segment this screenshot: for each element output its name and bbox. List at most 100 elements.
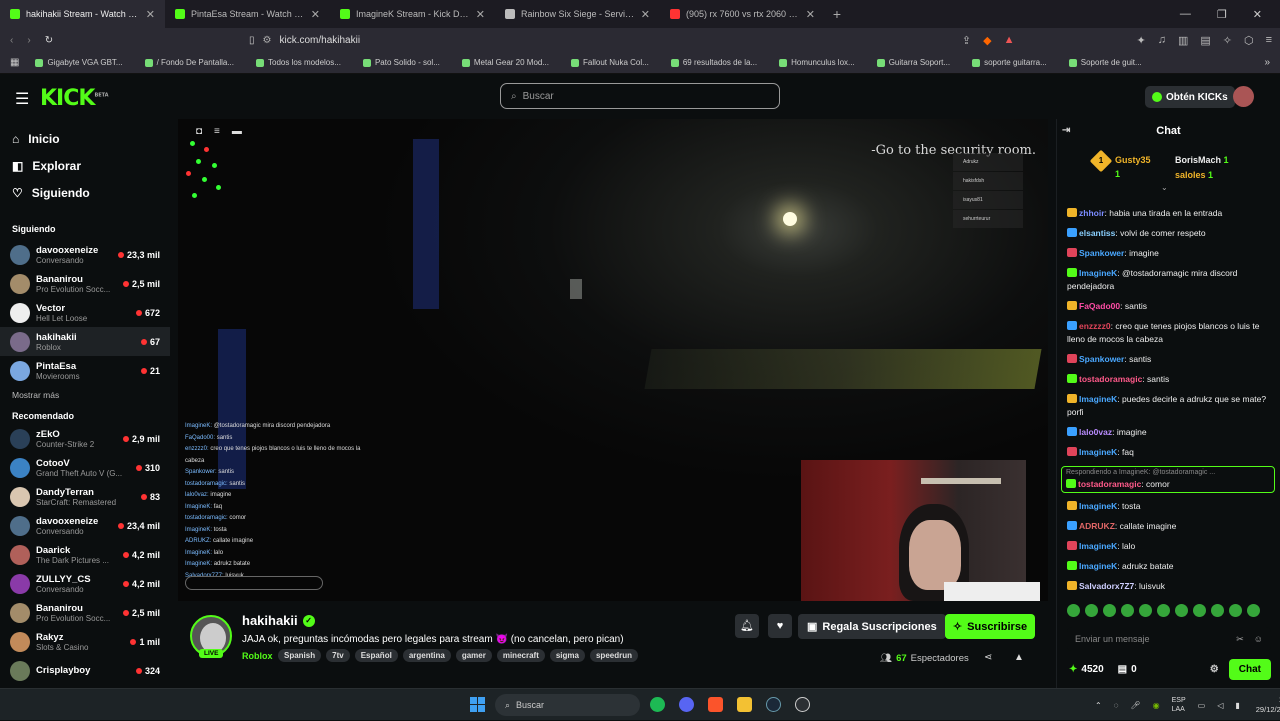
reload-icon[interactable]: ↻ <box>45 35 53 46</box>
sidebar-channel[interactable]: ZULLYY_CS Conversando 4,2 mil <box>0 569 170 598</box>
tag-chip[interactable]: gamer <box>455 649 492 662</box>
chat-username[interactable]: tostadoramagic <box>1078 479 1141 489</box>
video-player[interactable]: ◘ ≡ ▬ -Go to the security room. Adrukz ha… <box>178 119 1048 601</box>
tab-close-icon[interactable]: ✕ <box>146 8 155 21</box>
sidebar-channel[interactable]: Bananirou Pro Evolution Socc... 2,5 mil <box>0 598 170 627</box>
chat-username[interactable]: FaQado00 <box>1079 301 1120 311</box>
cloud-icon[interactable]: ◌ <box>1114 701 1119 710</box>
gifter-name[interactable]: saloles 1 <box>1175 170 1213 180</box>
bookmark-item[interactable]: Soporte de guit... <box>1068 58 1142 67</box>
bookmark-item[interactable]: Metal Gear 20 Mod... <box>461 58 549 67</box>
user-avatar[interactable] <box>1233 86 1254 107</box>
browser-tab[interactable]: hakihakii Stream - Watch Live ✕ <box>0 0 165 28</box>
share-icon[interactable]: ⋖ <box>984 652 992 663</box>
media-icon[interactable]: ♫ <box>1158 34 1166 46</box>
app-icon[interactable] <box>795 697 810 712</box>
kick-logo[interactable]: KICKBETA <box>40 86 109 111</box>
leo-icon[interactable]: ✧ <box>1223 34 1232 47</box>
microphone-icon[interactable]: 🎤︎ <box>1130 701 1140 710</box>
bookmark-item[interactable]: / Fondo De Pantalla... <box>144 58 234 67</box>
report-icon[interactable]: ▲ <box>1014 652 1024 663</box>
rewards-icon[interactable]: ▲ <box>1004 34 1015 46</box>
follow-heart-button[interactable]: ♥ <box>768 614 792 638</box>
emoji-picker-icon[interactable]: ☺ <box>1254 634 1263 645</box>
menu-icon[interactable]: ≡ <box>1266 34 1272 46</box>
bookmark-item[interactable]: Fallout Nuka Col... <box>571 58 649 67</box>
expand-gifters-icon[interactable]: ⌄ <box>1161 183 1168 192</box>
chat-username[interactable]: enzzzz0 <box>1079 321 1111 331</box>
channel-points[interactable]: ✦ 4520 <box>1069 664 1104 675</box>
chat-username[interactable]: ImagineK <box>1079 447 1117 457</box>
tab-close-icon[interactable]: ✕ <box>806 8 815 21</box>
tag-chip[interactable]: minecraft <box>496 649 545 662</box>
7tv-icon[interactable]: ✂ <box>1236 634 1244 645</box>
forward-icon[interactable]: › <box>27 35 30 46</box>
emote-icon[interactable] <box>1175 604 1188 617</box>
emote-icon[interactable] <box>1121 604 1134 617</box>
chat-username[interactable]: ImagineK <box>1079 561 1117 571</box>
sidebar-channel[interactable]: zEkO Counter-Strike 2 2,9 mil <box>0 424 170 453</box>
browser-tab[interactable]: (905) rx 7600 vs rtx 2060 6gb - YouTu ✕ <box>660 0 825 28</box>
back-icon[interactable]: ‹ <box>10 35 13 46</box>
network-icon[interactable]: ▭ <box>1198 701 1206 710</box>
new-tab-button[interactable]: + <box>825 6 849 22</box>
emote-icon[interactable] <box>1247 604 1260 617</box>
volume-icon[interactable]: ◁ <box>1217 701 1223 710</box>
bookmark-item[interactable]: Guitarra Soport... <box>876 58 950 67</box>
nav-inicio[interactable]: ⌂ Inicio <box>0 125 170 152</box>
close-window-icon[interactable]: ✕ <box>1253 8 1262 21</box>
send-chat-button[interactable]: Chat <box>1228 658 1271 680</box>
tag-chip[interactable]: Español <box>354 649 398 662</box>
browser-tab[interactable]: PintaEsa Stream - Watch Live on ✕ <box>165 0 330 28</box>
bookmark-item[interactable]: Gigabyte VGA GBT... <box>35 58 123 67</box>
get-kicks-button[interactable]: Obtén KICKs <box>1145 86 1235 108</box>
sidebar-channel[interactable]: DandyTerran StarCraft: Remastered 83 <box>0 482 170 511</box>
nvidia-icon[interactable]: ◉ <box>1153 701 1160 710</box>
bookmark-item[interactable]: Todos los modelos... <box>256 58 341 67</box>
show-more-link[interactable]: Mostrar más <box>0 385 170 405</box>
roblox-menu-icon[interactable]: ◘ <box>196 126 202 137</box>
site-search-input[interactable]: ⌕ Buscar <box>500 83 780 109</box>
emote-icon[interactable] <box>1139 604 1152 617</box>
subscribe-button[interactable]: ✧ Suscribirse <box>945 614 1035 639</box>
apps-icon[interactable]: ▦ <box>10 57 19 68</box>
nav-explorar[interactable]: ◧ Explorar <box>0 152 170 179</box>
emote-icon[interactable] <box>1067 604 1080 617</box>
bookmark-item[interactable]: soporte guitarra... <box>972 58 1047 67</box>
maximize-icon[interactable]: ❐ <box>1217 8 1227 21</box>
collapse-chat-icon[interactable]: ⇥ <box>1062 125 1070 136</box>
roblox-chat-input[interactable] <box>185 576 323 590</box>
tag-chip[interactable]: 7tv <box>326 649 350 662</box>
tab-close-icon[interactable]: ✕ <box>311 8 320 21</box>
file-explorer-icon[interactable] <box>737 697 752 712</box>
tag-chip[interactable]: argentina <box>402 649 451 662</box>
bookmarks-overflow-icon[interactable]: » <box>1264 57 1270 68</box>
brave-icon[interactable] <box>708 697 723 712</box>
chat-username[interactable]: ImagineK <box>1079 268 1117 278</box>
input-language[interactable]: ESP LAA <box>1172 696 1186 714</box>
chat-settings-icon[interactable]: ⚙ <box>1210 664 1219 675</box>
share-page-icon[interactable]: ⇪ <box>962 34 971 47</box>
bookmark-item[interactable]: Homunculus lox... <box>779 58 855 67</box>
chat-username[interactable]: tostadoramagic <box>1079 374 1142 384</box>
wallet-icon[interactable]: ▤ <box>1200 34 1210 47</box>
bookmark-item[interactable]: 69 resultados de la... <box>670 58 757 67</box>
gifter-name[interactable]: Gusty35 <box>1115 155 1151 165</box>
bookmark-item[interactable]: Pato Solido - sol... <box>362 58 440 67</box>
emote-icon[interactable] <box>1103 604 1116 617</box>
sidebar-channel[interactable]: Vector Hell Let Loose 672 <box>0 298 170 327</box>
sidebar-channel[interactable]: PintaEsa Movierooms 21 <box>0 356 170 385</box>
chat-username[interactable]: lalo0vaz <box>1079 427 1112 437</box>
roblox-list-icon[interactable]: ≡ <box>214 126 220 137</box>
taskbar-search[interactable]: ⌕ Buscar <box>495 694 640 716</box>
tag-chip[interactable]: Spanish <box>278 649 322 662</box>
url-text[interactable]: kick.com/hakihakii <box>279 35 360 46</box>
chat-username[interactable]: Salvadorx7Z7 <box>1079 581 1134 591</box>
chat-username[interactable]: ImagineK <box>1079 394 1117 404</box>
sidebar-channel[interactable]: Crisplayboy 324 <box>0 656 170 685</box>
chat-username[interactable]: zhhoir <box>1079 208 1105 218</box>
browser-tab[interactable]: Rainbow Six Siege - Service Status | L ✕ <box>495 0 660 28</box>
extensions-icon[interactable]: ✦ <box>1136 34 1145 47</box>
address-bar[interactable]: ▯ ⚙ kick.com/hakihakii <box>249 28 360 52</box>
browser-tab[interactable]: ImagineK Stream - Kick Dashbo ✕ <box>330 0 495 28</box>
